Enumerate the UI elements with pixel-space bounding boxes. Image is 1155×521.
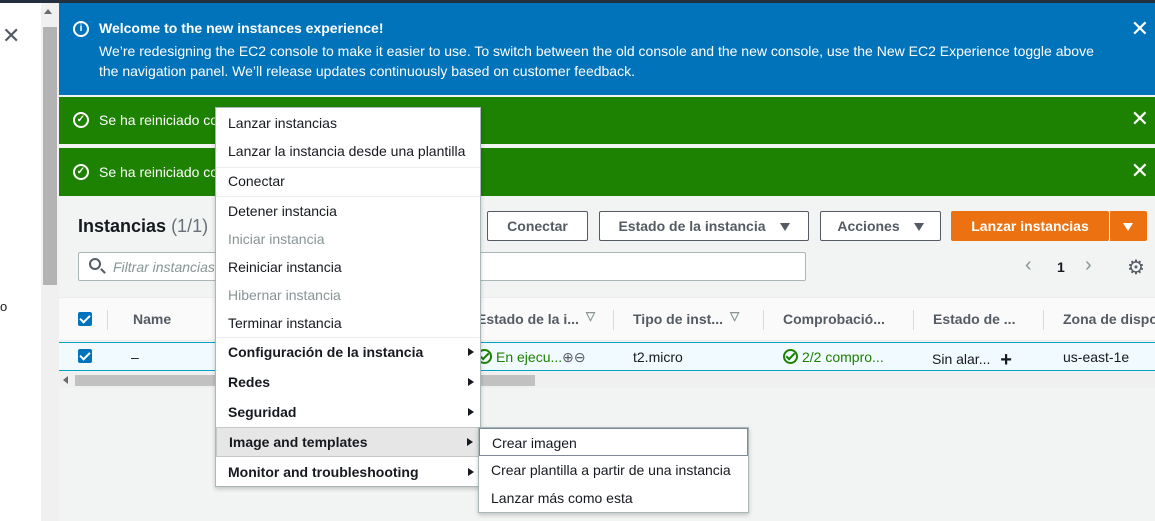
- column-divider: [107, 310, 108, 330]
- menu-item-security[interactable]: Seguridad: [216, 398, 480, 426]
- menu-item-hibernate-instance: Hibernar instancia: [228, 287, 341, 303]
- close-icon[interactable]: ✕: [1131, 108, 1149, 130]
- actions-button[interactable]: Acciones: [820, 211, 941, 241]
- image-and-templates-submenu: Crear imagen Crear plantilla a partir de…: [478, 427, 749, 513]
- previous-page-icon[interactable]: ‹: [1025, 254, 1032, 277]
- zoom-out-icon[interactable]: ⊖: [574, 349, 586, 365]
- sort-icon[interactable]: [730, 309, 741, 324]
- instance-state-button-label: Estado de la instancia: [618, 218, 766, 234]
- chevron-right-icon: [467, 438, 473, 446]
- nav-text-fragment: o: [0, 299, 8, 314]
- search-icon: [89, 258, 101, 270]
- scroll-up-icon[interactable]: [44, 9, 52, 14]
- launch-instances-button[interactable]: Lanzar instancias: [951, 211, 1109, 241]
- scroll-left-icon[interactable]: [63, 376, 68, 384]
- info-flash-title: Welcome to the new instances experience!: [99, 20, 384, 36]
- cell-checks: 2/2 compro...: [783, 349, 884, 365]
- column-divider: [1043, 310, 1044, 330]
- caret-down-icon: [1123, 223, 1133, 232]
- chevron-right-icon: [468, 408, 474, 416]
- column-header-alarm[interactable]: Estado de ...: [933, 311, 1015, 327]
- close-nav-icon[interactable]: ✕: [2, 23, 20, 49]
- select-all-checkbox[interactable]: [78, 312, 92, 326]
- cell-name: –: [131, 349, 139, 365]
- chevron-right-icon: [468, 348, 474, 356]
- instance-state-button[interactable]: Estado de la instancia: [599, 211, 809, 241]
- page-title: Instancias (1/1): [78, 216, 208, 237]
- actions-button-label: Acciones: [837, 218, 900, 234]
- column-header-checks[interactable]: Comprobació...: [783, 311, 885, 327]
- menu-item-instance-settings[interactable]: Configuración de la instancia: [216, 338, 480, 366]
- info-icon: i: [73, 21, 89, 37]
- column-divider: [913, 310, 914, 330]
- cell-state-text: En ejecu...: [496, 349, 563, 365]
- column-header-type-label: Tipo de inst...: [633, 311, 723, 327]
- caret-down-icon: [779, 223, 790, 232]
- column-header-state-label: Estado de la i...: [477, 311, 579, 327]
- vertical-scrollbar[interactable]: [41, 0, 59, 521]
- cell-zone: us-east-1e: [1063, 349, 1130, 365]
- menu-item-monitor-label: Monitor and troubleshooting: [228, 464, 419, 480]
- menu-item-stop-instance[interactable]: Detener instancia: [216, 197, 480, 225]
- page-title-text: Instancias: [78, 216, 167, 236]
- chevron-right-icon: [468, 468, 474, 476]
- column-header-state[interactable]: Estado de la i...: [477, 309, 597, 327]
- success-flash-text: Se ha reiniciado co: [99, 112, 219, 128]
- menu-item-reboot-instance[interactable]: Reiniciar instancia: [216, 253, 480, 281]
- cell-type: t2.micro: [633, 349, 683, 365]
- connect-button-label: Conectar: [507, 218, 568, 234]
- info-flash-banner: i Welcome to the new instances experienc…: [59, 0, 1155, 95]
- connect-button[interactable]: Conectar: [487, 211, 588, 241]
- check-circle-icon: ✓: [73, 164, 89, 180]
- close-icon[interactable]: ✕: [1131, 160, 1149, 182]
- column-header-type[interactable]: Tipo de inst...: [633, 309, 741, 327]
- cell-checks-text: 2/2 compro...: [802, 349, 884, 365]
- side-navigation-panel: ✕ o: [0, 0, 41, 521]
- sort-icon[interactable]: [586, 309, 597, 324]
- check-circle-icon: [783, 349, 798, 364]
- menu-item-terminate-instance[interactable]: Terminar instancia: [216, 309, 480, 337]
- scroll-thumb[interactable]: [43, 27, 57, 285]
- menu-item-image-and-templates[interactable]: Image and templates: [216, 427, 480, 457]
- menu-item-instance-settings-label: Configuración de la instancia: [228, 344, 424, 360]
- menu-item-connect[interactable]: Conectar: [216, 167, 480, 195]
- menu-item-networking-label: Redes: [228, 374, 271, 390]
- zoom-in-icon[interactable]: ⊕: [562, 349, 574, 365]
- menu-item-networking[interactable]: Redes: [216, 368, 480, 396]
- instance-count: (1/1): [171, 216, 209, 236]
- next-page-icon[interactable]: ›: [1085, 254, 1092, 277]
- menu-item-launch-from-template[interactable]: Lanzar la instancia desde una plantilla: [216, 137, 480, 165]
- close-icon[interactable]: ✕: [1131, 18, 1149, 40]
- current-page-number[interactable]: 1: [1057, 259, 1065, 275]
- column-divider: [763, 310, 764, 330]
- info-flash-body: We’re redesigning the EC2 console to mak…: [99, 43, 1094, 79]
- launch-instances-button-label: Lanzar instancias: [971, 218, 1089, 234]
- cell-alarm: Sin alar... +: [932, 349, 1012, 372]
- chevron-right-icon: [468, 378, 474, 386]
- caret-down-icon: [913, 223, 924, 232]
- check-circle-icon: ✓: [73, 112, 89, 128]
- menu-item-security-label: Seguridad: [228, 404, 297, 420]
- submenu-item-create-image[interactable]: Crear imagen: [479, 428, 748, 456]
- submenu-item-create-template[interactable]: Crear plantilla a partir de una instanci…: [479, 456, 748, 484]
- menu-item-launch-instances[interactable]: Lanzar instancias: [216, 109, 480, 137]
- menu-item-image-and-templates-label: Image and templates: [229, 434, 368, 450]
- search-placeholder: Filtrar instancias: [113, 259, 215, 275]
- add-alarm-icon[interactable]: +: [1000, 349, 1012, 371]
- row-checkbox[interactable]: [78, 349, 92, 363]
- launch-instances-dropdown[interactable]: [1109, 211, 1147, 241]
- menu-item-start-instance: Iniciar instancia: [228, 231, 325, 247]
- cell-alarm-text: Sin alar...: [932, 351, 991, 367]
- cell-state: En ejecu...⊕⊖: [477, 349, 586, 366]
- column-header-zone[interactable]: Zona de dispo: [1063, 311, 1155, 327]
- gear-icon[interactable]: ⚙: [1127, 255, 1145, 280]
- actions-context-menu: Lanzar instancias Lanzar la instancia de…: [215, 107, 481, 487]
- success-flash-text: Se ha reiniciado co: [99, 164, 219, 180]
- submenu-item-launch-more-like-this[interactable]: Lanzar más como esta: [479, 484, 748, 512]
- column-header-name[interactable]: Name: [133, 311, 171, 327]
- menu-item-monitor-and-troubleshooting[interactable]: Monitor and troubleshooting: [216, 458, 480, 486]
- column-divider: [613, 310, 614, 330]
